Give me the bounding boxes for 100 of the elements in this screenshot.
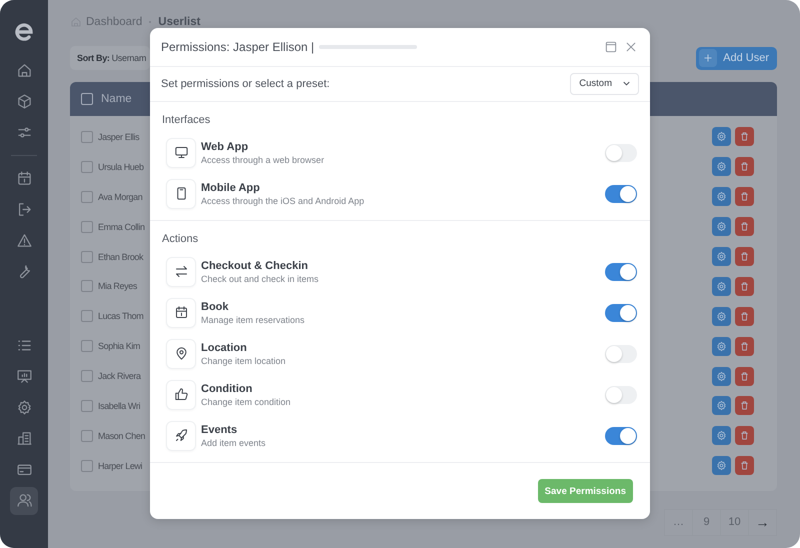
- add-user-button[interactable]: Add User: [696, 46, 777, 70]
- thumbs-up-icon: [174, 387, 188, 402]
- delete-button[interactable]: [735, 456, 754, 476]
- settings-button[interactable]: [712, 366, 731, 386]
- settings-button[interactable]: [712, 247, 731, 266]
- trash-icon: [739, 310, 750, 322]
- permission-title: Condition: [201, 382, 254, 396]
- delete-button[interactable]: [735, 336, 754, 356]
- cube-icon: [16, 93, 32, 110]
- user-name: Ava Morgan: [98, 192, 142, 202]
- permission-description: Access through a web browser: [201, 154, 326, 166]
- toggle-switch[interactable]: [605, 262, 637, 281]
- trash-icon: [739, 161, 750, 172]
- toggle-switch[interactable]: [605, 304, 637, 322]
- section-title: Actions: [162, 233, 200, 246]
- calendar-icon: [16, 170, 32, 187]
- toggle-switch[interactable]: [605, 144, 637, 162]
- page-button[interactable]: →: [748, 508, 777, 536]
- section-title: Interfaces: [162, 114, 212, 126]
- delete-button[interactable]: [735, 306, 754, 326]
- delete-button[interactable]: [735, 426, 754, 446]
- settings-icon: [716, 400, 727, 412]
- settings-button[interactable]: [712, 157, 731, 176]
- save-permissions-button[interactable]: Save Permissions: [538, 479, 633, 504]
- row-checkbox[interactable]: [81, 280, 93, 292]
- column-header: Name: [101, 93, 132, 105]
- dialog-title: Permissions: Jasper Ellison |: [161, 40, 314, 54]
- sidebar-item[interactable]: [10, 486, 38, 514]
- settings-icon: [716, 280, 727, 292]
- settings-icon: [716, 251, 727, 262]
- trash-icon: [739, 460, 750, 472]
- permission-title: Location: [201, 340, 248, 355]
- settings-icon: [716, 310, 727, 322]
- header-checkbox[interactable]: [81, 93, 93, 105]
- permission-description: Add item events: [201, 436, 267, 449]
- sort-dropdown[interactable]: Sort By: Usernam: [70, 46, 150, 70]
- row-checkbox[interactable]: [81, 340, 93, 352]
- permission-description: Check out and check in items: [201, 272, 320, 285]
- settings-button[interactable]: [712, 306, 731, 326]
- delete-button[interactable]: [735, 276, 754, 296]
- page-button[interactable]: 10: [720, 508, 749, 536]
- permission-title: Events: [201, 422, 238, 437]
- permission-title: Web App: [201, 140, 250, 154]
- settings-icon: [716, 191, 727, 202]
- settings-button[interactable]: [712, 187, 731, 206]
- settings-button[interactable]: [712, 276, 731, 296]
- delete-button[interactable]: [735, 187, 754, 206]
- settings-icon: [716, 370, 727, 382]
- row-checkbox[interactable]: [81, 190, 93, 203]
- row-checkbox[interactable]: [81, 310, 93, 322]
- row-checkbox[interactable]: [81, 430, 93, 442]
- plus-icon: [702, 52, 714, 64]
- row-checkbox[interactable]: [81, 250, 93, 262]
- close-icon[interactable]: [624, 40, 638, 54]
- row-checkbox[interactable]: [81, 220, 93, 233]
- row-checkbox[interactable]: [81, 370, 93, 382]
- row-checkbox[interactable]: [81, 160, 93, 173]
- toggle-switch[interactable]: [605, 386, 637, 404]
- user-name: Lucas Thom: [98, 311, 144, 322]
- trash-icon: [739, 280, 750, 292]
- delete-button[interactable]: [735, 127, 754, 146]
- row-checkbox[interactable]: [81, 400, 93, 412]
- user-name: Jack Rivera: [98, 371, 141, 382]
- row-checkbox[interactable]: [81, 460, 93, 472]
- delete-button[interactable]: [735, 396, 754, 416]
- delete-button[interactable]: [735, 157, 754, 176]
- trash-icon: [739, 191, 750, 202]
- settings-icon: [716, 460, 727, 472]
- location-pin-icon: [174, 346, 188, 362]
- row-checkbox[interactable]: [81, 130, 93, 143]
- maximize-icon[interactable]: [604, 40, 618, 54]
- breadcrumb-current: Userlist: [158, 16, 200, 28]
- preset-dropdown[interactable]: Custom: [570, 72, 639, 95]
- settings-icon: [716, 430, 727, 442]
- trash-icon: [739, 221, 750, 232]
- settings-button[interactable]: [712, 396, 731, 416]
- settings-button[interactable]: [712, 336, 731, 356]
- settings-button[interactable]: [712, 426, 731, 446]
- user-name: Jasper Ellis: [98, 132, 140, 142]
- settings-button[interactable]: [712, 217, 731, 236]
- trash-icon: [739, 370, 750, 382]
- permission-title: Checkout & Checkin: [201, 258, 309, 273]
- settings-button[interactable]: [712, 456, 731, 476]
- delete-button[interactable]: [735, 247, 754, 266]
- page-button[interactable]: …: [664, 508, 693, 536]
- page-button[interactable]: 9: [692, 508, 721, 536]
- user-name: Mason Chen: [98, 430, 146, 441]
- trash-icon: [739, 131, 750, 142]
- toggle-switch[interactable]: [605, 344, 637, 363]
- building-icon: [16, 430, 32, 447]
- breadcrumb-link[interactable]: Dashboard: [86, 16, 142, 28]
- toggle-switch[interactable]: [605, 426, 637, 445]
- trash-icon: [739, 400, 750, 412]
- home-icon: [16, 62, 32, 79]
- settings-button[interactable]: [712, 127, 731, 146]
- settings-icon: [716, 340, 727, 352]
- delete-button[interactable]: [735, 217, 754, 236]
- user-name: Harper Lewi: [98, 460, 142, 471]
- delete-button[interactable]: [735, 366, 754, 386]
- toggle-switch[interactable]: [605, 184, 637, 203]
